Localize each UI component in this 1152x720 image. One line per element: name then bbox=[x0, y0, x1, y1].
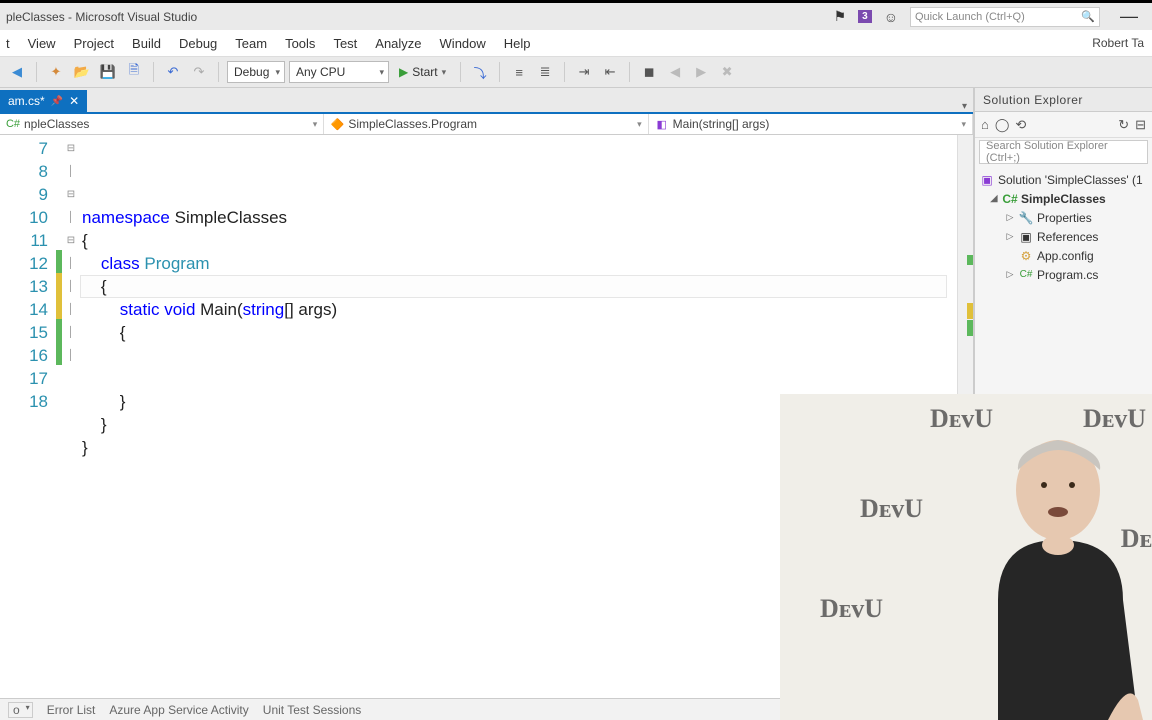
csharp-file-icon: C# bbox=[1018, 269, 1034, 280]
menu-item[interactable]: Build bbox=[132, 36, 161, 51]
presenter-figure bbox=[938, 420, 1148, 720]
config-icon: ⚙ bbox=[1018, 249, 1034, 263]
pin-icon[interactable]: 📌 bbox=[51, 96, 63, 107]
properties-icon: 🔧 bbox=[1018, 211, 1034, 225]
menu-item[interactable]: Window bbox=[440, 36, 486, 51]
csharp-icon: C# bbox=[6, 117, 20, 131]
refresh-icon[interactable]: ↻ bbox=[1118, 117, 1129, 133]
save-button[interactable]: 💾 bbox=[97, 61, 119, 83]
step-button[interactable]: ⤵ bbox=[469, 61, 491, 83]
config-dropdown[interactable]: Debug bbox=[227, 61, 285, 83]
references-icon: ▣ bbox=[1018, 230, 1034, 244]
save-all-button[interactable]: 🗎 bbox=[123, 61, 145, 83]
context-class-dropdown[interactable]: 🔶 SimpleClasses.Program bbox=[324, 114, 648, 134]
menu-item[interactable]: Debug bbox=[179, 36, 217, 51]
start-label: Start bbox=[412, 65, 437, 79]
redo-button[interactable]: ↷ bbox=[188, 61, 210, 83]
project-node[interactable]: ◢ C# SimpleClasses bbox=[975, 189, 1152, 208]
clear-bookmark-button[interactable]: ✖ bbox=[716, 61, 738, 83]
search-icon: 🔍 bbox=[1081, 10, 1095, 23]
status-tab[interactable]: Unit Test Sessions bbox=[263, 703, 362, 717]
comment-button[interactable]: ≡ bbox=[508, 61, 530, 83]
solution-explorer-title: Solution Explorer bbox=[975, 88, 1152, 112]
platform-dropdown[interactable]: Any CPU bbox=[289, 61, 389, 83]
quick-launch-placeholder: Quick Launch (Ctrl+Q) bbox=[915, 11, 1025, 23]
outdent-button[interactable]: ⇤ bbox=[599, 61, 621, 83]
expand-icon[interactable]: ▷ bbox=[1005, 212, 1015, 223]
solution-root[interactable]: ▣ Solution 'SimpleClasses' (1 bbox=[975, 170, 1152, 189]
uncomment-button[interactable]: ≣ bbox=[534, 61, 556, 83]
menu-item[interactable]: Test bbox=[333, 36, 357, 51]
status-dropdown[interactable]: o bbox=[8, 702, 33, 718]
undo-button[interactable]: ↶ bbox=[162, 61, 184, 83]
menu-item[interactable]: Analyze bbox=[375, 36, 421, 51]
context-method-dropdown[interactable]: ◧ Main(string[] args) bbox=[649, 114, 973, 134]
status-tab[interactable]: Error List bbox=[47, 703, 96, 717]
class-icon: 🔶 bbox=[330, 117, 344, 131]
quick-launch-input[interactable]: Quick Launch (Ctrl+Q) 🔍 bbox=[910, 7, 1100, 27]
collapse-icon[interactable]: ⊟ bbox=[1135, 117, 1146, 133]
new-project-button[interactable]: ✦ bbox=[45, 61, 67, 83]
solution-icon: ▣ bbox=[979, 173, 995, 187]
expand-icon[interactable]: ▷ bbox=[1005, 269, 1015, 280]
window-title: pleClasses - Microsoft Visual Studio bbox=[6, 10, 834, 24]
sync-icon[interactable]: ⟲ bbox=[1015, 117, 1026, 133]
feedback-icon[interactable]: ☺ bbox=[884, 9, 898, 25]
notification-badge[interactable]: 3 bbox=[858, 10, 872, 23]
menu-bar: t View Project Build Debug Team Tools Te… bbox=[0, 30, 1152, 56]
tree-item[interactable]: ▷ ▣ References bbox=[975, 227, 1152, 246]
next-bookmark-button[interactable]: ▶ bbox=[690, 61, 712, 83]
tree-item[interactable]: ⚙ App.config bbox=[975, 246, 1152, 265]
menu-item[interactable]: Project bbox=[74, 36, 114, 51]
tree-item[interactable]: ▷ C# Program.cs bbox=[975, 265, 1152, 284]
nav-back-button[interactable]: ◀ bbox=[6, 61, 28, 83]
menu-item[interactable]: Help bbox=[504, 36, 531, 51]
open-file-button[interactable]: 📂 bbox=[71, 61, 93, 83]
feedback-flag-icon[interactable]: ⚑ bbox=[834, 8, 847, 25]
expand-icon[interactable]: ▷ bbox=[1005, 231, 1015, 242]
csharp-project-icon: C# bbox=[1002, 192, 1018, 206]
indent-button[interactable]: ⇥ bbox=[573, 61, 595, 83]
solution-search-placeholder: Search Solution Explorer (Ctrl+;) bbox=[986, 140, 1141, 164]
tree-item[interactable]: ▷ 🔧 Properties bbox=[975, 208, 1152, 227]
solution-search-input[interactable]: Search Solution Explorer (Ctrl+;) bbox=[979, 140, 1148, 164]
method-icon: ◧ bbox=[655, 117, 669, 131]
play-icon: ▶ bbox=[399, 65, 408, 79]
menu-item[interactable]: t bbox=[6, 36, 10, 51]
menu-item[interactable]: View bbox=[28, 36, 56, 51]
fold-column[interactable]: ⊟│⊟│⊟│││││ bbox=[62, 135, 80, 698]
close-tab-icon[interactable]: ✕ bbox=[69, 94, 79, 108]
bookmark-button[interactable]: ◼ bbox=[638, 61, 660, 83]
file-tab-active[interactable]: am.cs* 📌 ✕ bbox=[0, 90, 87, 112]
user-name-label[interactable]: Robert Ta bbox=[1092, 36, 1144, 50]
status-tab[interactable]: Azure App Service Activity bbox=[109, 703, 248, 717]
file-tab-label: am.cs* bbox=[8, 94, 45, 108]
minimize-button[interactable]: — bbox=[1120, 6, 1138, 27]
line-number-gutter: 789101112131415161718 bbox=[0, 135, 56, 698]
solution-toolbar: ⌂ ◯ ⟲ ↻ ⊟ bbox=[975, 112, 1152, 138]
prev-bookmark-button[interactable]: ◀ bbox=[664, 61, 686, 83]
menu-item[interactable]: Tools bbox=[285, 36, 315, 51]
main-toolbar: ◀ ✦ 📂 💾 🗎 ↶ ↷ Debug Any CPU ▶ Start ▾ ⤵ … bbox=[0, 56, 1152, 88]
home-icon[interactable]: ⌂ bbox=[981, 117, 989, 132]
start-button[interactable]: ▶ Start ▾ bbox=[393, 65, 452, 79]
context-namespace-dropdown[interactable]: C# npleClasses bbox=[0, 114, 324, 134]
editor-tab-row: am.cs* 📌 ✕ ▾ bbox=[0, 88, 973, 112]
expand-icon[interactable]: ◢ bbox=[989, 193, 999, 204]
back-icon[interactable]: ◯ bbox=[995, 117, 1010, 133]
menu-item[interactable]: Team bbox=[235, 36, 267, 51]
tab-overflow-button[interactable]: ▾ bbox=[956, 101, 973, 112]
